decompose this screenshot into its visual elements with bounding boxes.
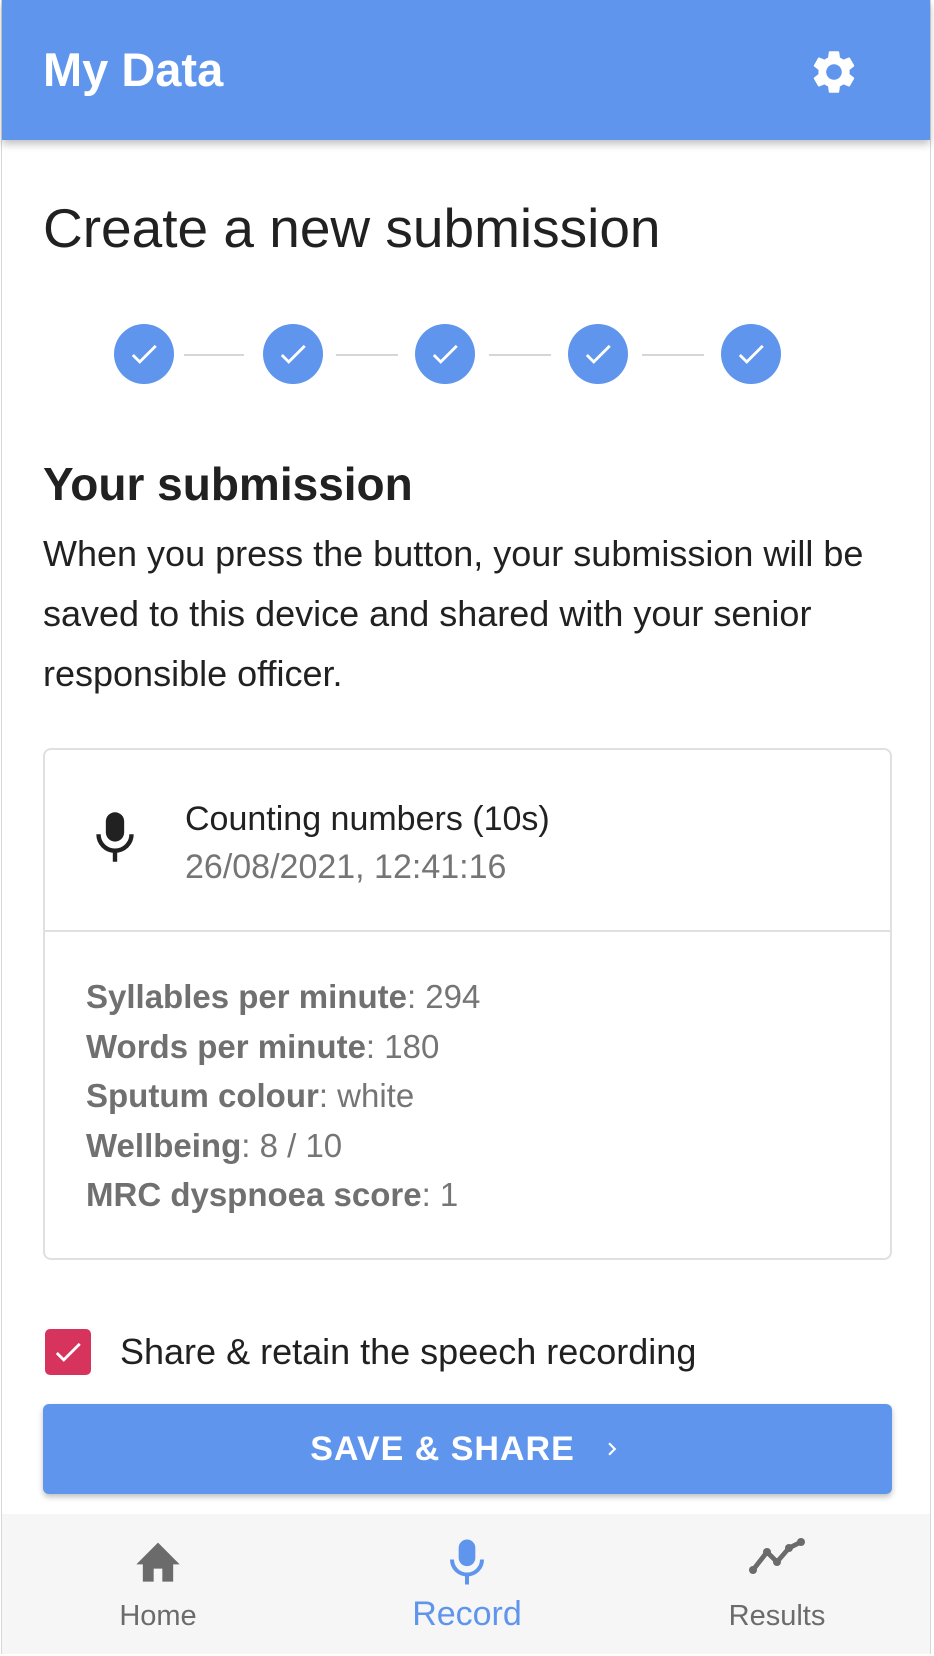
share-recording-checkbox[interactable]: [45, 1329, 91, 1375]
save-share-button[interactable]: SAVE & SHARE: [43, 1404, 892, 1494]
card-header: Counting numbers (10s) 26/08/2021, 12:41…: [45, 750, 890, 932]
section-description: When you press the button, your submissi…: [43, 533, 864, 694]
step-1-complete: [114, 324, 174, 384]
mic-icon: [96, 812, 134, 862]
app-title: My Data: [43, 43, 224, 96]
metrics-list: Syllables per minute: 294 Words per minu…: [86, 972, 480, 1220]
section-heading: Your submission: [43, 458, 413, 510]
check-icon: [738, 344, 764, 364]
recording-title: Counting numbers (10s): [185, 800, 550, 838]
step-connector: [642, 354, 704, 356]
check-icon: [280, 344, 306, 364]
trend-icon: [749, 1538, 805, 1574]
metric-words: Words per minute: 180: [86, 1027, 440, 1065]
nav-record[interactable]: Record: [387, 1514, 547, 1654]
check-icon: [55, 1342, 81, 1362]
metric-wellbeing: Wellbeing: 8 / 10: [86, 1126, 343, 1164]
metric-mrc: MRC dyspnoea score: 1: [86, 1176, 459, 1213]
gear-icon: [813, 51, 855, 93]
step-2-complete: [263, 324, 323, 384]
step-connector: [184, 354, 244, 356]
home-icon: [136, 1542, 180, 1582]
metric-syllables: Syllables per minute: 294: [86, 978, 481, 1015]
app-bar: My Data: [2, 0, 930, 140]
settings-button[interactable]: [808, 46, 860, 98]
progress-stepper: [114, 324, 824, 386]
step-3-complete: [415, 324, 475, 384]
bottom-navigation: Home Record Results: [2, 1514, 930, 1654]
screen: My Data Create a new submission Your sub…: [1, 0, 931, 1654]
check-icon: [585, 344, 611, 364]
nav-home[interactable]: Home: [78, 1514, 238, 1654]
page-title: Create a new submission: [43, 197, 661, 259]
check-icon: [131, 344, 157, 364]
step-connector: [336, 354, 398, 356]
share-recording-label[interactable]: Share & retain the speech recording: [120, 1328, 696, 1376]
step-5-complete: [721, 324, 781, 384]
chevron-right-icon: [608, 1442, 617, 1456]
step-connector: [489, 354, 551, 356]
nav-results-label: Results: [728, 1600, 826, 1632]
nav-record-label: Record: [412, 1595, 522, 1633]
recording-timestamp: 26/08/2021, 12:41:16: [185, 848, 507, 886]
save-share-label: SAVE & SHARE: [310, 1429, 575, 1468]
nav-home-label: Home: [119, 1600, 197, 1632]
metric-sputum: Sputum colour: white: [86, 1077, 415, 1114]
submission-card: Counting numbers (10s) 26/08/2021, 12:41…: [43, 748, 892, 1260]
step-4-complete: [568, 324, 628, 384]
nav-results[interactable]: Results: [697, 1514, 857, 1654]
mic-icon: [450, 1539, 484, 1585]
check-icon: [432, 344, 458, 364]
